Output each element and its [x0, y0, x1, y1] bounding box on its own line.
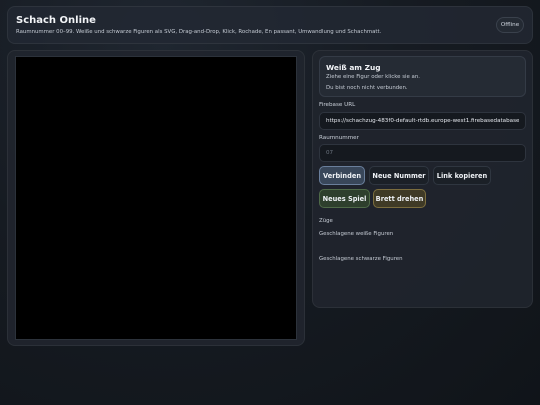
connection-status-badge: Offline: [496, 17, 524, 33]
app-header: Schach Online Raumnummer 00–99. Weiße un…: [7, 6, 533, 44]
page-title: Schach Online: [16, 15, 96, 26]
firebase-url-label: Firebase URL: [319, 102, 356, 108]
moves-label: Züge: [319, 218, 333, 224]
flip-board-button[interactable]: Brett drehen: [373, 189, 426, 208]
turn-status-box: Weiß am Zug Ziehe eine Figur oder klicke…: [319, 56, 526, 97]
firebase-url-input[interactable]: [319, 112, 526, 130]
connect-button[interactable]: Verbinden: [319, 166, 365, 185]
copy-link-button[interactable]: Link kopieren: [433, 166, 491, 185]
room-number-input[interactable]: [319, 144, 526, 162]
control-panel: Weiß am Zug Ziehe eine Figur oder klicke…: [312, 50, 533, 308]
connection-message: Du bist noch nicht verbunden.: [326, 85, 408, 91]
page-subtitle: Raumnummer 00–99. Weiße und schwarze Fig…: [16, 29, 382, 35]
chess-board[interactable]: [15, 56, 297, 340]
board-panel: [7, 50, 305, 346]
turn-title: Weiß am Zug: [326, 63, 381, 72]
captured-white-label: Geschlagene weiße Figuren: [319, 231, 394, 237]
captured-black-label: Geschlagene schwarze Figuren: [319, 256, 403, 262]
new-number-button[interactable]: Neue Nummer: [369, 166, 429, 185]
new-game-button[interactable]: Neues Spiel: [319, 189, 370, 208]
room-number-label: Raumnummer: [319, 135, 359, 141]
turn-hint: Ziehe eine Figur oder klicke sie an.: [326, 74, 420, 80]
